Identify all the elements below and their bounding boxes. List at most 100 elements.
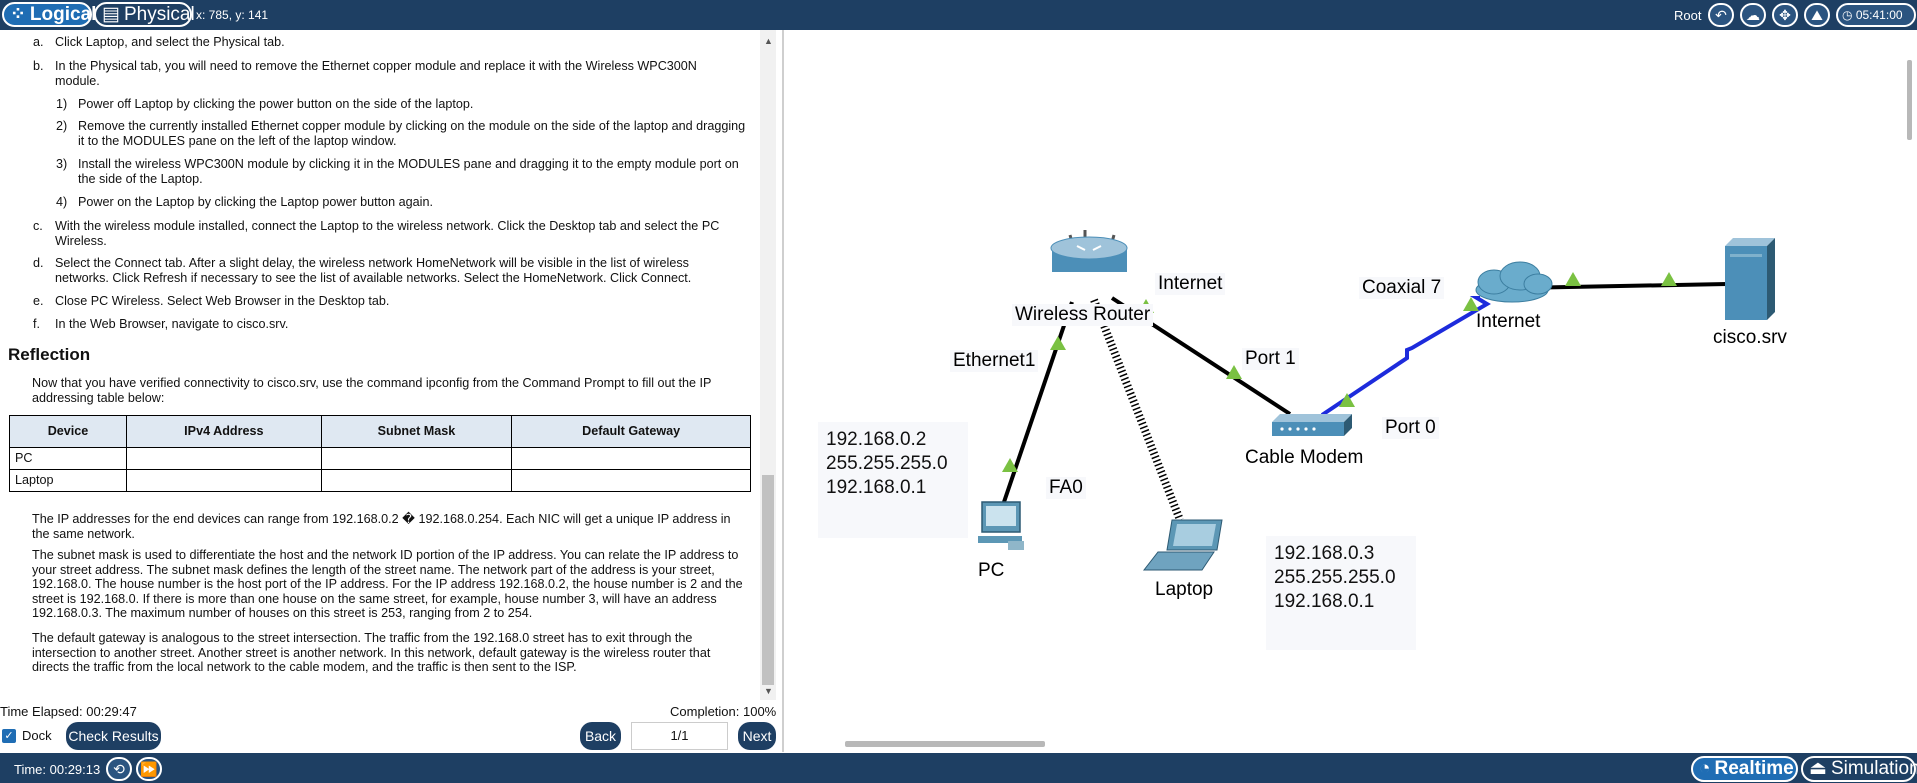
link-up-indicator xyxy=(1050,336,1066,350)
canvas-vertical-scrollbar[interactable] xyxy=(1907,60,1912,140)
substep-3: 3) Install the wireless WPC300N module by… xyxy=(56,157,746,186)
step-text: Click Laptop, and select the Physical ta… xyxy=(55,35,285,49)
step-f: f. In the Web Browser, navigate to cisco.… xyxy=(33,317,745,332)
power-cycle-icon[interactable]: ⟲ xyxy=(106,757,132,781)
step-a: a. Click Laptop, and select the Physical … xyxy=(33,35,745,50)
step-letter: e. xyxy=(33,294,44,308)
cloud-icon[interactable]: ☁ xyxy=(1740,3,1766,27)
physical-tab[interactable]: ▤ Physical xyxy=(94,2,195,27)
table-row: Laptop xyxy=(8,469,751,492)
paragraph-ip-range: The IP addresses for the end devices can… xyxy=(32,512,731,541)
pc-subnet-mask: 255.255.255.0 xyxy=(826,453,948,474)
cisco-srv-label: cisco.srv xyxy=(1713,327,1787,348)
table-cell xyxy=(511,447,751,470)
realtime-label: Realtime xyxy=(1714,758,1794,779)
table-cell: Laptop xyxy=(8,469,128,492)
cable-modem-label: Cable Modem xyxy=(1245,447,1364,468)
step-letter: c. xyxy=(33,219,43,233)
internet-cloud-icon xyxy=(1475,261,1553,303)
canvas-horizontal-scrollbar[interactable] xyxy=(845,741,1045,747)
clock-icon: ◷ xyxy=(1842,8,1853,22)
table-header-row: Device IPv4 Address Subnet Mask Default … xyxy=(8,415,751,448)
time-elapsed: Time Elapsed: 00:29:47 xyxy=(0,704,137,719)
substep-number: 1) xyxy=(56,97,68,111)
table-cell xyxy=(320,469,513,492)
step-text: In the Physical tab, you will need to re… xyxy=(55,59,697,88)
root-label[interactable]: Root xyxy=(1674,8,1701,23)
substep-text: Power on the Laptop by clicking the Lapt… xyxy=(78,195,433,209)
logical-tab[interactable]: ⁘ Logical xyxy=(2,2,96,27)
table-header: Default Gateway xyxy=(511,415,751,448)
physical-icon: ▤ xyxy=(102,4,120,25)
dock-label: Dock xyxy=(22,728,52,743)
table-cell xyxy=(511,469,751,492)
back-icon[interactable]: ↶ xyxy=(1708,3,1734,27)
table-cell: PC xyxy=(8,447,128,470)
scrollbar-thumb[interactable] xyxy=(762,475,774,685)
completion-status: Completion: 100% xyxy=(670,704,777,719)
pc-ip-note[interactable]: 192.168.0.2 255.255.255.0 192.168.0.1 xyxy=(818,422,968,538)
substep-text: Install the wireless WPC300N module by c… xyxy=(78,157,739,186)
reflection-heading: Reflection xyxy=(8,345,91,364)
step-letter: a. xyxy=(33,35,44,49)
step-text: In the Web Browser, navigate to cisco.sr… xyxy=(55,317,289,331)
mountain-icon[interactable]: ⛰ xyxy=(1804,3,1830,27)
checkmark-icon[interactable]: ✓ xyxy=(2,728,16,743)
ethernet1-label: Ethernet1 xyxy=(950,350,1039,372)
paragraph-default-gateway: The default gateway is analogous to the … xyxy=(32,631,711,674)
link-up-indicator xyxy=(1661,272,1677,286)
scroll-up-icon[interactable]: ▲ xyxy=(764,36,773,46)
fa0-label: FA0 xyxy=(1046,477,1086,499)
page-indicator[interactable]: 1/1 xyxy=(631,722,728,750)
substep-text: Remove the currently installed Ethernet … xyxy=(78,119,746,148)
link-up-indicator xyxy=(1565,272,1581,286)
simulation-mode-button[interactable]: ⏏ Simulation xyxy=(1801,756,1917,782)
table-cell xyxy=(320,447,513,470)
substep-text: Power off Laptop by clicking the power b… xyxy=(78,97,474,111)
step-letter: b. xyxy=(33,59,44,73)
step-b: b. In the Physical tab, you will need to … xyxy=(33,59,745,88)
port1-label: Port 1 xyxy=(1242,348,1299,370)
substep-number: 4) xyxy=(56,195,68,209)
table-cell xyxy=(126,447,322,470)
wireless-router-icon xyxy=(1050,230,1128,272)
internet-port-label: Internet xyxy=(1155,273,1226,295)
table-row: PC xyxy=(8,447,751,470)
clock[interactable]: ◷ 05:41:00 xyxy=(1836,3,1916,27)
laptop-icon xyxy=(1142,519,1223,571)
wireless-router-label: Wireless Router xyxy=(1012,304,1154,326)
fast-forward-icon[interactable]: ⏩ xyxy=(136,757,162,781)
laptop-subnet-mask: 255.255.255.0 xyxy=(1274,567,1396,588)
check-results-button[interactable]: Check Results xyxy=(66,722,161,750)
laptop-default-gateway: 192.168.0.1 xyxy=(1274,591,1375,612)
next-button[interactable]: Next xyxy=(738,722,776,750)
bottom-toolbar: Time: 00:29:13 ⟲ ⏩ ◔ Realtime ⏏ Simulati… xyxy=(0,753,1917,783)
coaxial7-label: Coaxial 7 xyxy=(1359,277,1445,299)
instructions-pane: a. Click Laptop, and select the Physical … xyxy=(0,30,758,700)
ip-addressing-table: Device IPv4 Address Subnet Mask Default … xyxy=(8,415,751,492)
port0-label: Port 0 xyxy=(1382,417,1439,439)
laptop-ip-address: 192.168.0.3 xyxy=(1274,543,1375,564)
server-icon xyxy=(1725,238,1775,320)
substep-number: 3) xyxy=(56,157,68,171)
back-button[interactable]: Back xyxy=(580,722,621,750)
step-text: Close PC Wireless. Select Web Browser in… xyxy=(55,294,390,308)
laptop-ip-note[interactable]: 192.168.0.3 255.255.255.0 192.168.0.1 xyxy=(1266,536,1416,650)
dock-checkbox[interactable]: ✓ Dock xyxy=(2,728,52,743)
pc-ip-address: 192.168.0.2 xyxy=(826,429,927,450)
step-d: d. Select the Connect tab. After a slight… xyxy=(33,256,745,285)
step-c: c. With the wireless module installed, co… xyxy=(33,219,745,248)
move-icon[interactable]: ✥ xyxy=(1772,3,1798,27)
substep-number: 2) xyxy=(56,119,68,133)
reflection-intro: Now that you have verified connectivity … xyxy=(32,376,712,405)
pc-label: PC xyxy=(978,560,1005,581)
table-header: IPv4 Address xyxy=(126,415,322,448)
top-toolbar: ⁘ Logical ▤ Physical x: 785, y: 141 Root… xyxy=(0,0,1917,30)
scroll-down-icon[interactable]: ▼ xyxy=(764,686,773,696)
instructions-scrollbar[interactable]: ▲ ▼ xyxy=(760,30,776,700)
logical-icon: ⁘ xyxy=(10,4,26,25)
substep-2: 2) Remove the currently installed Etherne… xyxy=(56,119,746,148)
step-text: Select the Connect tab. After a slight d… xyxy=(55,256,692,285)
realtime-mode-button[interactable]: ◔ Realtime xyxy=(1691,756,1798,782)
realtime-clock-icon: ◔ xyxy=(1699,758,1711,779)
